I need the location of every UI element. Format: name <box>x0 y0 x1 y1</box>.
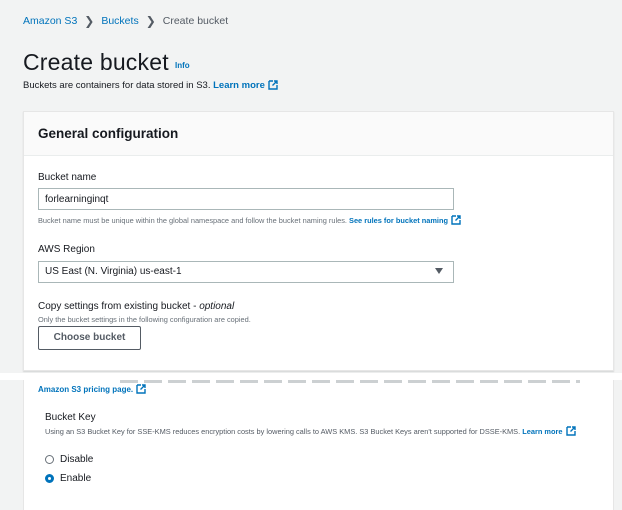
bucket-key-learn-more-label: Learn more <box>522 427 563 436</box>
chevron-right-icon: ❯ <box>145 14 156 28</box>
breadcrumb-amazon-s3[interactable]: Amazon S3 <box>23 15 77 27</box>
external-link-icon <box>451 215 461 225</box>
aws-region-select[interactable]: US East (N. Virginia) us-east-1 <box>38 261 454 283</box>
bucket-naming-rules-link[interactable]: See rules for bucket naming <box>349 215 461 225</box>
bucket-naming-rules-label: See rules for bucket naming <box>349 216 448 225</box>
page-description: Buckets are containers for data stored i… <box>23 80 278 91</box>
breadcrumb: Amazon S3 ❯ Buckets ❯ Create bucket <box>23 14 228 28</box>
encryption-panel <box>23 380 614 510</box>
choose-bucket-button[interactable]: Choose bucket <box>38 326 141 350</box>
learn-more-link[interactable]: Learn more <box>213 80 278 91</box>
general-configuration-panel: General configuration Bucket name Bucket… <box>23 111 614 371</box>
info-link[interactable]: Info <box>175 61 190 70</box>
optional-tag: optional <box>199 301 235 312</box>
breadcrumb-buckets[interactable]: Buckets <box>101 15 138 27</box>
screenshot-divider <box>0 373 622 380</box>
radio-icon[interactable] <box>45 455 54 464</box>
panel-header: General configuration <box>24 112 613 156</box>
disable-label: Disable <box>60 454 94 465</box>
bucket-key-description: Using an S3 Bucket Key for SSE-KMS reduc… <box>45 426 605 437</box>
aws-region-label: AWS Region <box>38 244 95 255</box>
bucket-key-description-text: Using an S3 Bucket Key for SSE-KMS reduc… <box>45 427 521 436</box>
learn-more-label: Learn more <box>213 80 265 91</box>
aws-region-value: US East (N. Virginia) us-east-1 <box>45 266 182 277</box>
page-title: Create bucket <box>23 49 169 75</box>
external-link-icon <box>268 80 278 90</box>
clipped-text-line <box>120 380 580 383</box>
copy-settings-hint: Only the bucket settings in the followin… <box>38 315 251 324</box>
bucket-key-learn-more-link[interactable]: Learn more <box>522 426 576 436</box>
external-link-icon <box>136 384 146 394</box>
bucket-key-disable-option[interactable]: Disable <box>45 454 93 465</box>
bucket-name-hint-text: Bucket name must be unique within the gl… <box>38 216 347 225</box>
dropdown-caret-icon <box>435 268 443 274</box>
copy-settings-text: Copy settings from existing bucket <box>38 301 191 312</box>
bucket-name-input[interactable] <box>38 188 454 210</box>
enable-label: Enable <box>60 473 92 484</box>
bucket-key-label: Bucket Key <box>45 412 96 423</box>
external-link-icon <box>565 426 576 436</box>
bucket-name-label: Bucket name <box>38 172 97 183</box>
copy-settings-label: Copy settings from existing bucket - opt… <box>38 301 235 312</box>
chevron-right-icon: ❯ <box>84 14 95 28</box>
breadcrumb-current: Create bucket <box>162 15 229 27</box>
radio-icon[interactable] <box>45 474 54 483</box>
bucket-key-enable-option[interactable]: Enable <box>45 473 91 484</box>
page-description-text: Buckets are containers for data stored i… <box>23 80 211 91</box>
s3-pricing-label: Amazon S3 pricing page. <box>38 385 134 394</box>
panel-heading: General configuration <box>38 126 179 141</box>
bucket-name-hint: Bucket name must be unique within the gl… <box>38 215 461 225</box>
s3-pricing-link[interactable]: Amazon S3 pricing page. <box>38 384 146 394</box>
